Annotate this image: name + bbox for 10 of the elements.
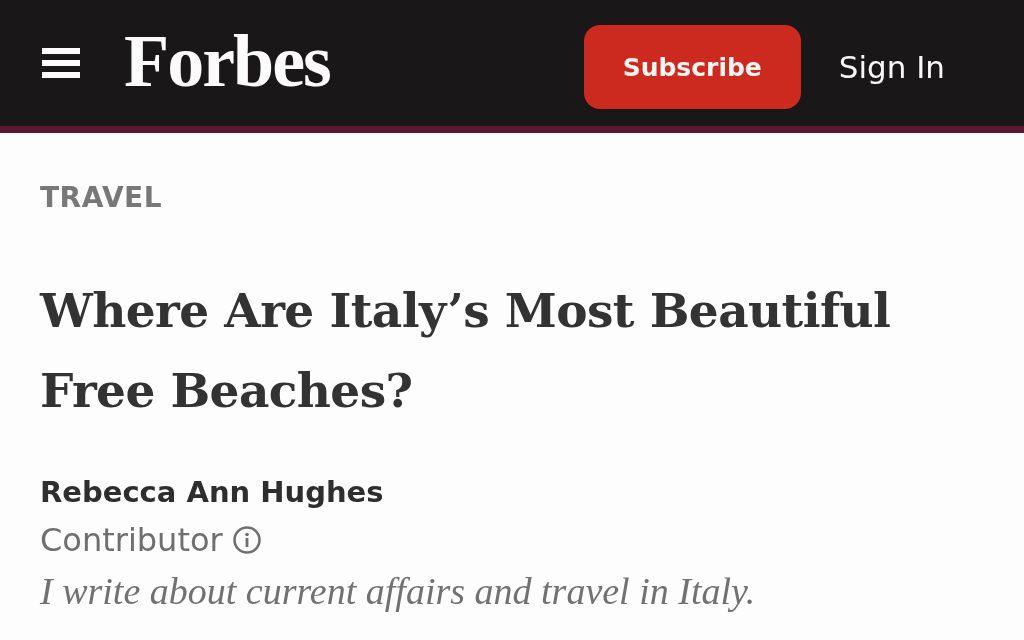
author-role: Contributor [40, 521, 223, 559]
info-icon[interactable] [232, 526, 261, 554]
menu-icon[interactable] [42, 48, 80, 78]
author-bio: I write about current affairs and travel in Italy. [40, 569, 757, 613]
article-title: Where Are Italy’s Most Beautiful Free Beaches? [40, 282, 892, 420]
category-link[interactable]: TRAVEL [40, 181, 163, 214]
subscribe-button[interactable]: Subscribe [583, 25, 801, 109]
sign-in-link[interactable]: Sign In [838, 49, 945, 85]
author-name[interactable]: Rebecca Ann Hughes [40, 475, 384, 509]
site-logo[interactable]: Forbes [124, 24, 330, 98]
